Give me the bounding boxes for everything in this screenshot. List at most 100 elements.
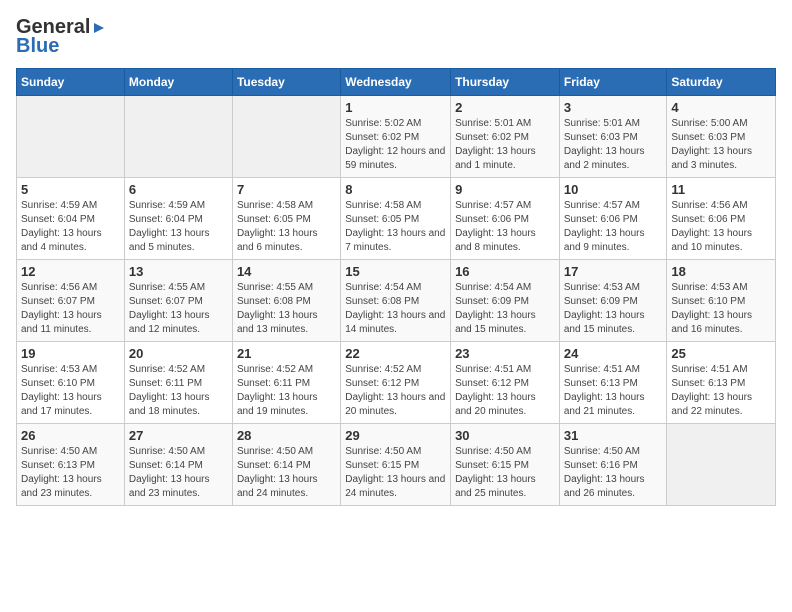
day-number: 4 [671, 100, 771, 115]
day-number: 6 [129, 182, 228, 197]
day-cell: 6 Sunrise: 4:59 AM Sunset: 6:04 PM Daylig… [124, 178, 232, 260]
day-cell [667, 424, 776, 506]
day-number: 31 [564, 428, 663, 443]
day-cell: 18 Sunrise: 4:53 AM Sunset: 6:10 PM Dayli… [667, 260, 776, 342]
day-info: Sunrise: 4:53 AM Sunset: 6:10 PM Dayligh… [21, 363, 120, 419]
day-cell: 19 Sunrise: 4:53 AM Sunset: 6:10 PM Dayli… [17, 342, 125, 424]
day-cell [232, 96, 340, 178]
day-number: 10 [564, 182, 663, 197]
day-info: Sunrise: 4:55 AM Sunset: 6:08 PM Dayligh… [237, 281, 336, 337]
day-number: 3 [564, 100, 663, 115]
day-cell: 31Sunrise: 4:50 AM Sunset: 6:16 PM Dayli… [559, 424, 667, 506]
day-info: Sunrise: 4:55 AM Sunset: 6:07 PM Dayligh… [129, 281, 228, 337]
day-cell: 3 Sunrise: 5:01 AM Sunset: 6:03 PM Daylig… [559, 96, 667, 178]
day-info: Sunrise: 4:56 AM Sunset: 6:07 PM Dayligh… [21, 281, 120, 337]
day-cell: 13 Sunrise: 4:55 AM Sunset: 6:07 PM Dayli… [124, 260, 232, 342]
day-cell: 24 Sunrise: 4:51 AM Sunset: 6:13 PM Dayli… [559, 342, 667, 424]
week-row-4: 19 Sunrise: 4:53 AM Sunset: 6:10 PM Dayli… [17, 342, 776, 424]
header-cell-friday: Friday [559, 69, 667, 96]
day-number: 14 [237, 264, 336, 279]
day-cell: 9 Sunrise: 4:57 AM Sunset: 6:06 PM Daylig… [451, 178, 560, 260]
day-cell: 30 Sunrise: 4:50 AM Sunset: 6:15 PM Dayli… [451, 424, 560, 506]
day-info: Sunrise: 4:54 AM Sunset: 6:09 PM Dayligh… [455, 281, 555, 337]
day-number: 5 [21, 182, 120, 197]
day-cell: 28Sunrise: 4:50 AM Sunset: 6:14 PM Dayli… [232, 424, 340, 506]
header-cell-saturday: Saturday [667, 69, 776, 96]
day-cell: 7Sunrise: 4:58 AM Sunset: 6:05 PM Daylig… [232, 178, 340, 260]
day-number: 18 [671, 264, 771, 279]
header-cell-sunday: Sunday [17, 69, 125, 96]
day-number: 1 [345, 100, 446, 115]
day-info: Sunrise: 4:52 AM Sunset: 6:12 PM Dayligh… [345, 363, 446, 419]
day-cell [17, 96, 125, 178]
day-cell: 2Sunrise: 5:01 AM Sunset: 6:02 PM Daylig… [451, 96, 560, 178]
day-info: Sunrise: 4:52 AM Sunset: 6:11 PM Dayligh… [237, 363, 336, 419]
day-info: Sunrise: 4:53 AM Sunset: 6:10 PM Dayligh… [671, 281, 771, 337]
day-cell: 23 Sunrise: 4:51 AM Sunset: 6:12 PM Dayli… [451, 342, 560, 424]
day-info: Sunrise: 4:54 AM Sunset: 6:08 PM Dayligh… [345, 281, 446, 337]
day-number: 15 [345, 264, 446, 279]
week-row-5: 26Sunrise: 4:50 AM Sunset: 6:13 PM Dayli… [17, 424, 776, 506]
day-cell [124, 96, 232, 178]
day-cell: 29 Sunrise: 4:50 AM Sunset: 6:15 PM Dayli… [341, 424, 451, 506]
calendar-table: SundayMondayTuesdayWednesdayThursdayFrid… [16, 68, 776, 506]
day-info: Sunrise: 4:51 AM Sunset: 6:12 PM Dayligh… [455, 363, 555, 419]
week-row-2: 5 Sunrise: 4:59 AM Sunset: 6:04 PM Daylig… [17, 178, 776, 260]
logo-arrow-icon [92, 21, 106, 35]
day-cell: 21 Sunrise: 4:52 AM Sunset: 6:11 PM Dayli… [232, 342, 340, 424]
day-info: Sunrise: 4:58 AM Sunset: 6:05 PM Dayligh… [345, 199, 446, 255]
day-info: Sunrise: 4:52 AM Sunset: 6:11 PM Dayligh… [129, 363, 228, 419]
header-row: SundayMondayTuesdayWednesdayThursdayFrid… [17, 69, 776, 96]
day-number: 27 [129, 428, 228, 443]
header-cell-thursday: Thursday [451, 69, 560, 96]
day-info: Sunrise: 5:02 AM Sunset: 6:02 PM Dayligh… [345, 117, 446, 173]
day-info: Sunrise: 4:56 AM Sunset: 6:06 PM Dayligh… [671, 199, 771, 255]
day-info: Sunrise: 4:53 AM Sunset: 6:09 PM Dayligh… [564, 281, 663, 337]
day-cell: 12 Sunrise: 4:56 AM Sunset: 6:07 PM Dayli… [17, 260, 125, 342]
day-info: Sunrise: 4:51 AM Sunset: 6:13 PM Dayligh… [564, 363, 663, 419]
logo-blue: Blue [16, 35, 59, 58]
day-cell: 8Sunrise: 4:58 AM Sunset: 6:05 PM Daylig… [341, 178, 451, 260]
day-info: Sunrise: 4:59 AM Sunset: 6:04 PM Dayligh… [21, 199, 120, 255]
day-cell: 10Sunrise: 4:57 AM Sunset: 6:06 PM Dayli… [559, 178, 667, 260]
day-number: 23 [455, 346, 555, 361]
day-info: Sunrise: 4:50 AM Sunset: 6:15 PM Dayligh… [345, 445, 446, 501]
day-info: Sunrise: 4:50 AM Sunset: 6:15 PM Dayligh… [455, 445, 555, 501]
day-number: 21 [237, 346, 336, 361]
page-header: General Blue [16, 16, 776, 58]
day-number: 19 [21, 346, 120, 361]
day-number: 30 [455, 428, 555, 443]
day-number: 17 [564, 264, 663, 279]
day-cell: 15 Sunrise: 4:54 AM Sunset: 6:08 PM Dayli… [341, 260, 451, 342]
header-cell-wednesday: Wednesday [341, 69, 451, 96]
logo: General Blue [16, 16, 106, 58]
day-number: 9 [455, 182, 555, 197]
day-cell: 5 Sunrise: 4:59 AM Sunset: 6:04 PM Daylig… [17, 178, 125, 260]
header-cell-tuesday: Tuesday [232, 69, 340, 96]
day-number: 11 [671, 182, 771, 197]
day-info: Sunrise: 4:59 AM Sunset: 6:04 PM Dayligh… [129, 199, 228, 255]
day-number: 29 [345, 428, 446, 443]
day-cell: 27Sunrise: 4:50 AM Sunset: 6:14 PM Dayli… [124, 424, 232, 506]
day-info: Sunrise: 5:01 AM Sunset: 6:03 PM Dayligh… [564, 117, 663, 173]
day-number: 7 [237, 182, 336, 197]
day-cell: 17 Sunrise: 4:53 AM Sunset: 6:09 PM Dayli… [559, 260, 667, 342]
day-info: Sunrise: 5:01 AM Sunset: 6:02 PM Dayligh… [455, 117, 555, 173]
day-info: Sunrise: 4:50 AM Sunset: 6:13 PM Dayligh… [21, 445, 120, 501]
day-cell: 25 Sunrise: 4:51 AM Sunset: 6:13 PM Dayli… [667, 342, 776, 424]
day-info: Sunrise: 4:50 AM Sunset: 6:14 PM Dayligh… [237, 445, 336, 501]
day-cell: 1 Sunrise: 5:02 AM Sunset: 6:02 PM Daylig… [341, 96, 451, 178]
day-number: 25 [671, 346, 771, 361]
day-number: 24 [564, 346, 663, 361]
day-cell: 14 Sunrise: 4:55 AM Sunset: 6:08 PM Dayli… [232, 260, 340, 342]
day-cell: 11 Sunrise: 4:56 AM Sunset: 6:06 PM Dayli… [667, 178, 776, 260]
day-cell: 20Sunrise: 4:52 AM Sunset: 6:11 PM Dayli… [124, 342, 232, 424]
day-info: Sunrise: 4:57 AM Sunset: 6:06 PM Dayligh… [455, 199, 555, 255]
day-number: 12 [21, 264, 120, 279]
day-info: Sunrise: 4:51 AM Sunset: 6:13 PM Dayligh… [671, 363, 771, 419]
day-cell: 4 Sunrise: 5:00 AM Sunset: 6:03 PM Daylig… [667, 96, 776, 178]
day-cell: 26Sunrise: 4:50 AM Sunset: 6:13 PM Dayli… [17, 424, 125, 506]
day-info: Sunrise: 5:00 AM Sunset: 6:03 PM Dayligh… [671, 117, 771, 173]
day-number: 13 [129, 264, 228, 279]
day-number: 22 [345, 346, 446, 361]
